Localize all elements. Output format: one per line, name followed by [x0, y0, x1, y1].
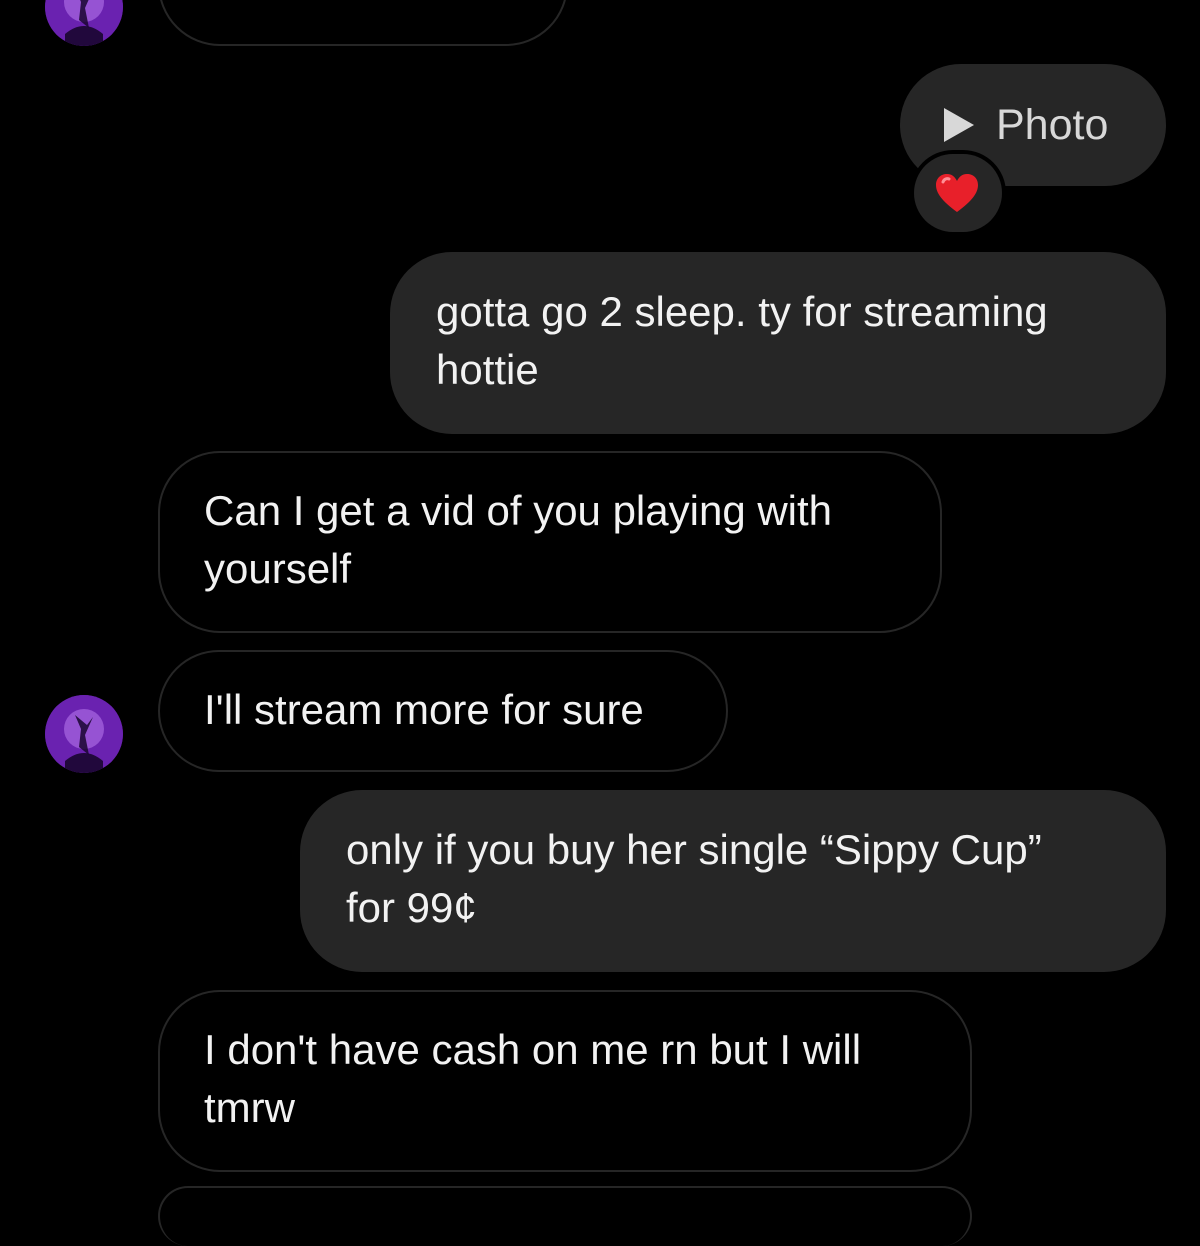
message-text-line: Can I get a vid of you playing with	[204, 487, 833, 534]
heart-icon	[936, 174, 978, 212]
avatar-image	[45, 0, 123, 46]
message-text-line: for 99¢	[346, 884, 477, 931]
message-text-line: yourself	[204, 545, 352, 592]
message-text-line: hottie	[436, 346, 539, 393]
contact-avatar[interactable]	[45, 695, 123, 773]
message-text-line: only if you buy her single “Sippy Cup”	[346, 826, 1042, 873]
message-text-line: tmrw	[204, 1084, 295, 1131]
incoming-message[interactable]: I don't have cash on me rn but I will tm…	[158, 990, 972, 1172]
incoming-message-partial[interactable]	[158, 0, 568, 46]
incoming-message-partial[interactable]	[158, 1186, 972, 1246]
contact-avatar[interactable]	[45, 0, 123, 46]
reaction-badge[interactable]	[914, 154, 1002, 232]
message-text-line: gotta go 2 sleep. ty for streaming	[436, 288, 1048, 335]
outgoing-message[interactable]: only if you buy her single “Sippy Cup” f…	[300, 790, 1166, 972]
outgoing-message[interactable]: gotta go 2 sleep. ty for streaming hotti…	[390, 252, 1166, 434]
avatar-image	[45, 695, 123, 773]
message-text-line: I don't have cash on me rn but I will	[204, 1026, 862, 1073]
photo-label: Photo	[996, 101, 1109, 149]
incoming-message[interactable]: Can I get a vid of you playing with your…	[158, 451, 942, 633]
message-text-line: I'll stream more for sure	[204, 686, 644, 733]
incoming-message[interactable]: I'll stream more for sure	[158, 650, 728, 772]
play-icon[interactable]	[944, 108, 974, 142]
